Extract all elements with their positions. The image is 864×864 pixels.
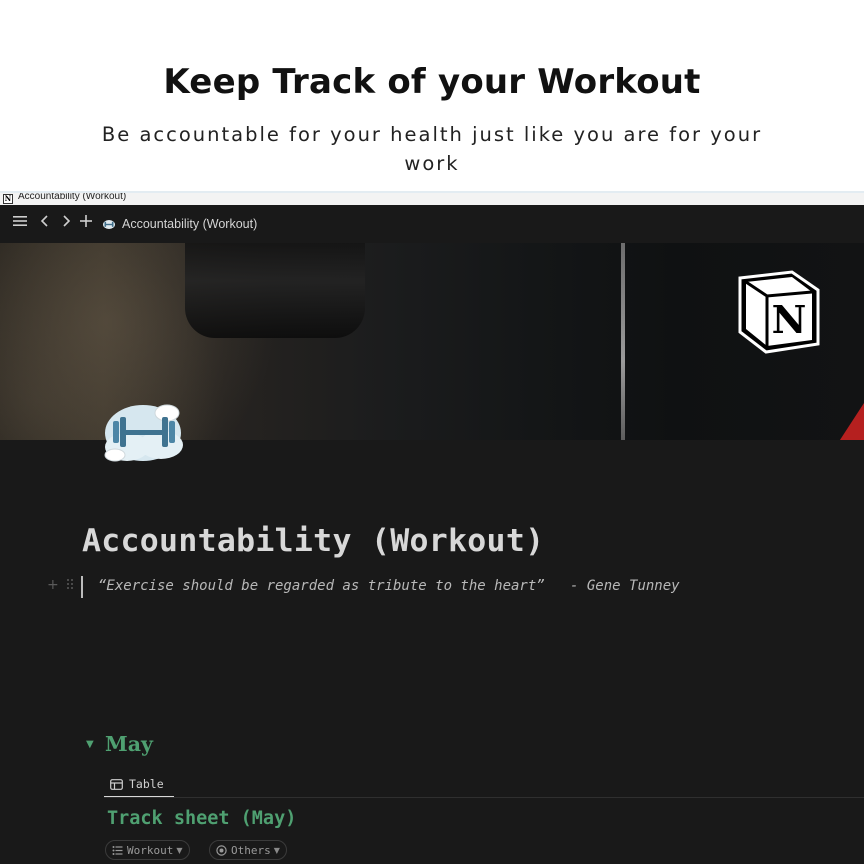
chevron-down-icon: ▼ bbox=[176, 845, 183, 855]
filter-chip-workout[interactable]: Workout ▼ bbox=[105, 840, 190, 860]
chevron-down-icon: ▼ bbox=[273, 845, 280, 855]
chevron-right-icon[interactable] bbox=[56, 213, 76, 233]
filter-chip-others[interactable]: Others ▼ bbox=[209, 840, 287, 860]
toggle-triangle-icon[interactable]: ▼ bbox=[86, 739, 94, 750]
chevron-left-icon[interactable] bbox=[35, 213, 55, 233]
svg-text:N: N bbox=[772, 297, 807, 342]
table-icon bbox=[110, 778, 123, 790]
cover-weight-plate bbox=[185, 243, 365, 338]
breadcrumb-label: Accountability (Workout) bbox=[122, 217, 258, 231]
notion-logo-icon: N bbox=[738, 270, 820, 354]
drag-handle-icon[interactable] bbox=[66, 578, 74, 590]
cover-red-shape bbox=[838, 403, 864, 440]
view-tab-table[interactable]: Table bbox=[104, 771, 174, 797]
notion-app-icon: N bbox=[3, 194, 13, 204]
promo-subtitle: Be accountable for your health just like… bbox=[101, 123, 763, 175]
database-title[interactable]: Track sheet (May) bbox=[107, 808, 296, 829]
view-tab-label: Table bbox=[129, 777, 164, 791]
toggle-heading-may[interactable]: May bbox=[105, 732, 153, 756]
promo-banner: Keep Track of your Workout Be accountabl… bbox=[0, 0, 864, 192]
window-title-bar: N Accountability (Workout) bbox=[0, 193, 864, 205]
breadcrumb-page[interactable]: Accountability (Workout) bbox=[102, 214, 257, 234]
dumbbell-cloud-icon bbox=[103, 220, 115, 229]
cover-pole bbox=[621, 243, 625, 440]
dumbbell-cloud-icon[interactable] bbox=[97, 395, 191, 467]
filter-chip-label: Others bbox=[231, 843, 271, 857]
add-block-icon[interactable]: + bbox=[47, 577, 59, 593]
top-bar: Accountability (Workout) bbox=[0, 205, 864, 243]
quote-bar bbox=[81, 576, 83, 598]
list-icon bbox=[112, 845, 123, 855]
hamburger-icon[interactable] bbox=[10, 213, 30, 233]
filter-chip-label: Workout bbox=[127, 843, 174, 857]
promo-title: Keep Track of your Workout bbox=[163, 62, 701, 102]
page-title[interactable]: Accountability (Workout) bbox=[82, 523, 544, 559]
quote-text[interactable]: “Exercise should be regarded as tribute … bbox=[98, 578, 680, 594]
window-title: Accountability (Workout) bbox=[18, 193, 127, 202]
circle-icon bbox=[216, 844, 227, 856]
tab-divider bbox=[104, 797, 864, 798]
notion-app: Accountability (Workout) N Accountabilit… bbox=[0, 205, 864, 864]
plus-icon[interactable] bbox=[76, 213, 96, 233]
